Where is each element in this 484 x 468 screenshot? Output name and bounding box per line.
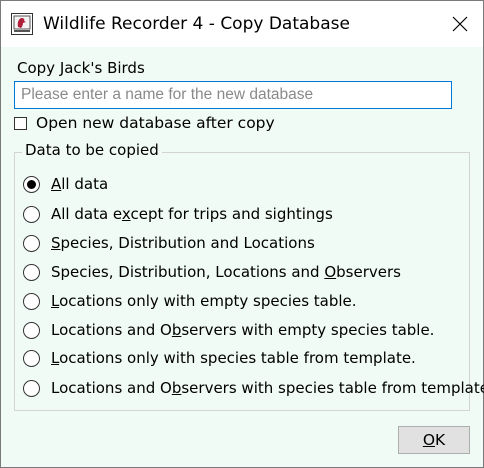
data-option-label: Locations and Observers with species tab… bbox=[51, 379, 484, 397]
ok-button[interactable]: OK bbox=[398, 426, 470, 454]
title-bar: Wildlife Recorder 4 - Copy Database bbox=[1, 1, 483, 47]
close-icon bbox=[452, 16, 468, 32]
window-title: Wildlife Recorder 4 - Copy Database bbox=[43, 14, 350, 34]
radio-unselected-icon[interactable] bbox=[23, 205, 40, 223]
data-option-label: Locations and Observers with empty speci… bbox=[51, 321, 435, 339]
open-after-copy-checkbox[interactable]: Open new database after copy bbox=[14, 114, 275, 132]
new-database-name-input[interactable] bbox=[14, 81, 452, 109]
radio-unselected-icon[interactable] bbox=[23, 292, 40, 310]
radio-unselected-icon[interactable] bbox=[23, 263, 40, 281]
data-option-radio[interactable]: Species, Distribution and Locations bbox=[23, 234, 315, 252]
source-database-caption: Copy Jack's Birds bbox=[17, 59, 145, 77]
radio-selected-icon[interactable] bbox=[23, 175, 40, 193]
data-option-radio[interactable]: All data except for trips and sightings bbox=[23, 205, 333, 223]
open-after-copy-label: Open new database after copy bbox=[36, 114, 275, 132]
data-option-radio[interactable]: Species, Distribution, Locations and Obs… bbox=[23, 263, 401, 281]
data-option-radio[interactable]: Locations and Observers with empty speci… bbox=[23, 321, 434, 339]
app-logo-icon bbox=[11, 13, 33, 35]
close-button[interactable] bbox=[437, 1, 483, 47]
copy-database-dialog: Wildlife Recorder 4 - Copy Database Copy… bbox=[0, 0, 484, 468]
data-to-copy-group-title: Data to be copied bbox=[22, 141, 162, 159]
checkbox-box[interactable] bbox=[14, 116, 27, 130]
radio-unselected-icon[interactable] bbox=[23, 234, 40, 252]
data-option-label: Locations only with empty species table. bbox=[51, 292, 357, 310]
data-option-label: All data bbox=[51, 175, 109, 193]
ok-button-label: K bbox=[435, 431, 446, 449]
data-option-radio[interactable]: Locations and Observers with species tab… bbox=[23, 379, 484, 397]
ok-button-accelerator: O bbox=[422, 431, 436, 449]
data-option-label: Locations only with species table from t… bbox=[51, 349, 416, 367]
data-option-label: Species, Distribution and Locations bbox=[51, 234, 315, 252]
data-option-radio[interactable]: Locations only with species table from t… bbox=[23, 349, 416, 367]
data-option-label: Species, Distribution, Locations and Obs… bbox=[51, 263, 401, 281]
radio-unselected-icon[interactable] bbox=[23, 321, 40, 339]
data-option-radio[interactable]: All data bbox=[23, 175, 108, 193]
radio-unselected-icon[interactable] bbox=[23, 379, 40, 397]
data-option-label: All data except for trips and sightings bbox=[51, 205, 333, 223]
radio-unselected-icon[interactable] bbox=[23, 349, 40, 367]
data-option-radio[interactable]: Locations only with empty species table. bbox=[23, 292, 357, 310]
